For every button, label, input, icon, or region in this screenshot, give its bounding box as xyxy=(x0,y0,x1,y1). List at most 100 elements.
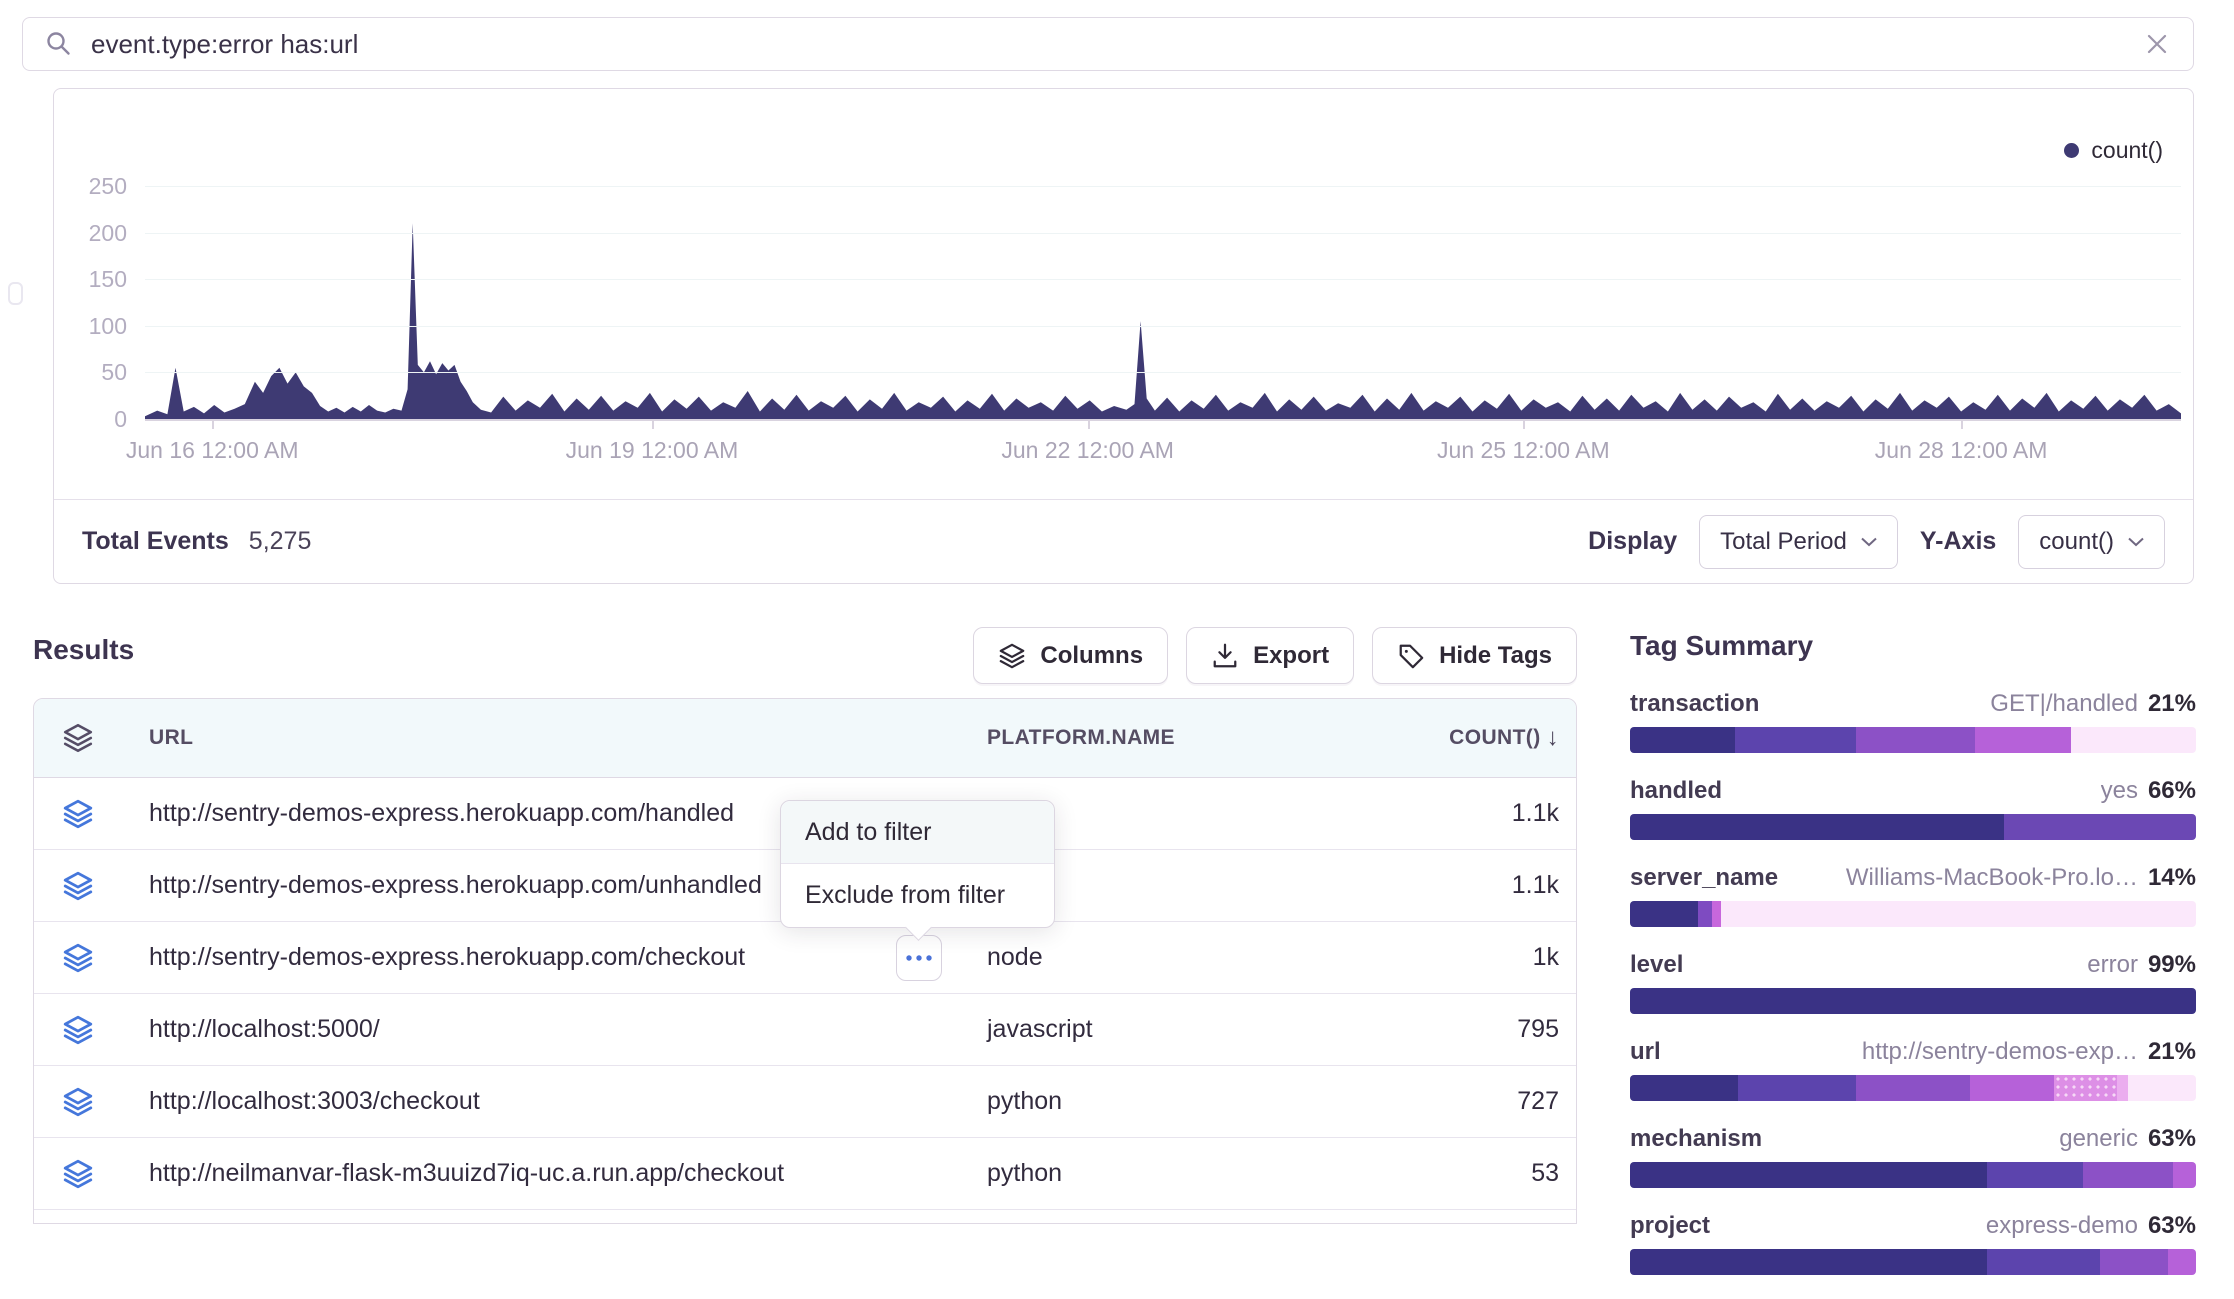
tag-label-row: levelerror99% xyxy=(1630,951,2196,979)
tag-name: mechanism xyxy=(1630,1125,1762,1153)
column-header-platform[interactable]: PLATFORM.NAME xyxy=(987,726,1317,750)
table-header-row: URL PLATFORM.NAME COUNT() ↓ xyxy=(34,699,1576,778)
table-row-partial xyxy=(34,1210,1576,1224)
tag-value: GET|/handled xyxy=(1990,690,2138,718)
table-row[interactable]: http://localhost:3003/checkoutpython727 xyxy=(34,1066,1576,1138)
y-axis-tick-label: 0 xyxy=(67,406,127,432)
table-row[interactable]: http://neilmanvar-flask-m3uuizd7iq-uc.a.… xyxy=(34,1138,1576,1210)
columns-button[interactable]: Columns xyxy=(973,627,1168,684)
count-cell: 1.1k xyxy=(1317,871,1576,900)
count-header-label: COUNT() xyxy=(1449,726,1540,750)
stack-icon xyxy=(34,942,149,974)
tag-label-row: mechanism generic63% xyxy=(1630,1125,2196,1153)
display-label: Display xyxy=(1588,527,1677,556)
tag-distribution-bar[interactable] xyxy=(1630,901,2196,927)
table-row[interactable]: http://localhost:5000/javascript795 xyxy=(34,994,1576,1066)
tag-bar-segment xyxy=(2173,1162,2196,1188)
x-axis-tick-label: Jun 28 12:00 AM xyxy=(1875,437,2048,464)
tag-bar-segment xyxy=(1630,814,2004,840)
tag-value: Williams-MacBook-Pro.lo… xyxy=(1846,864,2138,892)
url-cell[interactable]: http://localhost:5000/ xyxy=(149,1015,987,1044)
y-axis-tick-label: 150 xyxy=(67,266,127,292)
tag-distribution-bar[interactable] xyxy=(1630,1075,2196,1101)
table-row[interactable]: http://sentry-demos-express.herokuapp.co… xyxy=(34,922,1576,994)
tag-value: yes xyxy=(2101,777,2138,805)
tag-percent: 21% xyxy=(2148,690,2196,718)
chart-footer: Total Events 5,275 Display Total Period … xyxy=(54,499,2193,583)
stack-icon xyxy=(34,870,149,902)
column-header-url[interactable]: URL xyxy=(149,726,987,750)
total-events-value: 5,275 xyxy=(249,527,312,556)
x-axis-tick-label: Jun 19 12:00 AM xyxy=(566,437,739,464)
tag-summary-item: handledyes66% xyxy=(1630,777,2196,840)
tag-summary-item: project express-demo 63% xyxy=(1630,1212,2196,1275)
count-cell: 1.1k xyxy=(1317,799,1576,828)
hide-tags-button[interactable]: Hide Tags xyxy=(1372,627,1577,684)
tag-distribution-bar[interactable] xyxy=(1630,814,2196,840)
url-cell[interactable]: http://localhost:3003/checkout xyxy=(149,1087,987,1116)
tag-bar-segment xyxy=(1630,988,2196,1014)
tag-bar-segment xyxy=(2071,727,2196,753)
results-toolbar: Columns Export Hide Tags xyxy=(33,627,1577,684)
platform-cell: python xyxy=(987,1159,1317,1188)
tag-name: project xyxy=(1630,1212,1710,1240)
tag-distribution-bar[interactable] xyxy=(1630,727,2196,753)
url-cell[interactable]: http://sentry-demos-express.herokuapp.co… xyxy=(149,943,987,972)
events-area-chart[interactable]: 250200150100500Jun 16 12:00 AMJun 19 12:… xyxy=(145,186,2181,421)
x-axis-tick xyxy=(1961,419,1963,429)
tag-bar-segment xyxy=(2117,1075,2128,1101)
tag-distribution-bar[interactable] xyxy=(1630,1162,2196,1188)
tag-top-value: generic63% xyxy=(2059,1125,2196,1153)
tag-top-value: http://sentry-demos-exp…21% xyxy=(1862,1038,2196,1066)
gridline xyxy=(145,326,2181,327)
y-axis-tick-label: 200 xyxy=(67,220,127,246)
tag-top-value: express-demo 63% xyxy=(1986,1212,2196,1240)
tag-bar-segment xyxy=(2004,814,2196,840)
stack-icon xyxy=(34,1014,149,1046)
cell-context-menu: Add to filterExclude from filter xyxy=(780,800,1055,928)
x-axis-tick xyxy=(212,419,214,429)
tag-bar-segment xyxy=(1987,1249,2100,1275)
columns-button-label: Columns xyxy=(1040,642,1143,670)
clear-search-icon[interactable] xyxy=(2143,30,2171,58)
tag-summary-item: transactionGET|/handled21% xyxy=(1630,690,2196,753)
events-chart-panel: count() 250200150100500Jun 16 12:00 AMJu… xyxy=(53,88,2194,584)
tag-name: url xyxy=(1630,1038,1661,1066)
tag-percent: 63% xyxy=(2148,1212,2196,1240)
tag-distribution-bar[interactable] xyxy=(1630,988,2196,1014)
yaxis-dropdown[interactable]: count() xyxy=(2018,515,2165,569)
tag-bar-segment xyxy=(2168,1249,2196,1275)
y-axis-tick-label: 50 xyxy=(67,359,127,385)
tag-value: express-demo xyxy=(1986,1212,2138,1240)
url-cell[interactable]: http://neilmanvar-flask-m3uuizd7iq-uc.a.… xyxy=(149,1159,987,1188)
tag-name: server_name xyxy=(1630,864,1778,892)
y-axis-tick-label: 100 xyxy=(67,313,127,339)
display-dropdown-value: Total Period xyxy=(1720,528,1847,556)
sort-desc-icon: ↓ xyxy=(1547,724,1559,752)
tag-distribution-bar[interactable] xyxy=(1630,1249,2196,1275)
tag-bar-segment xyxy=(2128,1075,2196,1101)
column-header-count[interactable]: COUNT() ↓ xyxy=(1317,724,1576,752)
count-cell: 795 xyxy=(1317,1015,1576,1044)
count-cell: 727 xyxy=(1317,1087,1576,1116)
context-menu-item[interactable]: Add to filter xyxy=(781,801,1054,864)
tag-summary-panel: Tag Summary transactionGET|/handled21%ha… xyxy=(1630,630,2196,1299)
tag-label-row: project express-demo 63% xyxy=(1630,1212,2196,1240)
display-dropdown[interactable]: Total Period xyxy=(1699,515,1898,569)
tag-value: error xyxy=(2087,951,2138,979)
tag-bar-segment xyxy=(2083,1162,2174,1188)
x-axis-tick xyxy=(1523,419,1525,429)
export-button-label: Export xyxy=(1253,642,1329,670)
search-input[interactable] xyxy=(89,28,2143,61)
legend-label: count() xyxy=(2091,137,2163,164)
stack-icon xyxy=(34,722,149,754)
row-actions-button[interactable] xyxy=(896,935,942,981)
tag-bar-segment xyxy=(1975,727,2071,753)
tag-summary-item: levelerror99% xyxy=(1630,951,2196,1014)
stack-icon xyxy=(34,1086,149,1118)
export-button[interactable]: Export xyxy=(1186,627,1354,684)
search-bar[interactable] xyxy=(22,17,2194,71)
results-table: URL PLATFORM.NAME COUNT() ↓ http://sentr… xyxy=(33,698,1577,1224)
tag-bar-segment xyxy=(1721,901,2196,927)
tag-top-value: yes66% xyxy=(2101,777,2196,805)
